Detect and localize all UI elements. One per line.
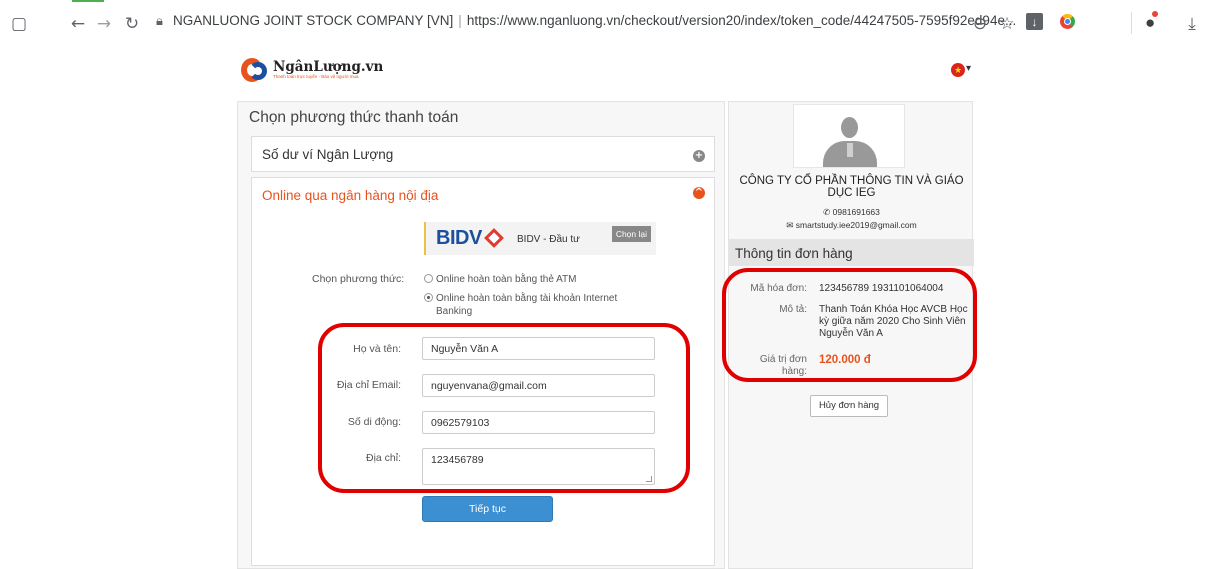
- logo-name: NgânLượng.vn: [273, 59, 384, 75]
- cancel-order-button[interactable]: Hủy đơn hàng: [810, 395, 888, 417]
- description-label: Mô tả:: [779, 304, 807, 315]
- lock-icon[interactable]: 🔒︎: [156, 13, 163, 29]
- language-caret-icon[interactable]: ▾: [966, 63, 971, 74]
- profile-icon[interactable]: ●: [1145, 11, 1159, 33]
- selected-bank: BIDV BIDV - Đầu tư Chọn lại: [424, 222, 656, 255]
- tab-icon[interactable]: ▢: [9, 14, 29, 34]
- merchant-avatar: [793, 104, 905, 168]
- browser-toolbar: ▢ ← → ↻ 🔒︎ NGANLUONG JOINT STOCK COMPANY…: [0, 0, 1213, 44]
- order-code-label: Mã hóa đơn:: [750, 283, 807, 294]
- reload-icon[interactable]: ↻: [122, 14, 142, 34]
- order-code-value: 123456789 1931101064004: [819, 283, 944, 294]
- address-label: Địa chỉ:: [365, 452, 401, 464]
- bank-name: BIDV - Đầu tư: [517, 234, 580, 245]
- merchant-phone: 0981691663: [832, 207, 880, 217]
- email-label: Địa chỉ Email:: [336, 379, 401, 391]
- phone-icon: ✆: [823, 207, 831, 217]
- method-option-internet-banking[interactable]: Online hoàn toàn bằng tài khoản Internet…: [424, 292, 646, 318]
- resize-grip-icon[interactable]: [646, 476, 652, 482]
- expand-icon[interactable]: +: [693, 150, 705, 162]
- continue-button[interactable]: Tiếp tục: [422, 496, 553, 522]
- method-atm-label: Online hoàn toàn bằng thẻ ATM: [436, 274, 577, 285]
- address-bar[interactable]: NGANLUONG JOINT STOCK COMPANY [VN] | https…: [173, 13, 1016, 28]
- email-field[interactable]: nguyenvana@gmail.com: [422, 374, 655, 397]
- price-value: 120.000 đ: [819, 354, 871, 366]
- bidv-logo: BIDV: [436, 227, 482, 249]
- phone-field[interactable]: 0962579103: [422, 411, 655, 434]
- wallet-accordion[interactable]: Số dư ví Ngân Lượng +: [251, 136, 715, 172]
- domestic-bank-label[interactable]: Online qua ngân hàng nội địa: [262, 188, 438, 203]
- name-field[interactable]: Nguyễn Văn A: [422, 337, 655, 360]
- bidv-diamond-icon: [484, 228, 504, 248]
- order-info-title: Thông tin đơn hàng: [729, 239, 974, 266]
- phone-label: Số di động:: [347, 416, 401, 428]
- site-owner: NGANLUONG JOINT STOCK COMPANY [VN]: [173, 13, 454, 28]
- method-option-atm[interactable]: Online hoàn toàn bằng thẻ ATM: [424, 273, 646, 286]
- name-label: Họ và tên:: [353, 343, 401, 355]
- chrome-extension-icon[interactable]: [1060, 14, 1075, 29]
- toolbar-divider: [1131, 12, 1132, 34]
- method-internet-banking-label: Online hoàn toàn bằng tài khoản Internet…: [436, 293, 618, 317]
- collapse-icon[interactable]: ^: [693, 187, 705, 199]
- back-icon[interactable]: ←: [68, 14, 88, 34]
- wallet-label: Số dư ví Ngân Lượng: [262, 147, 394, 162]
- panel-title: Chọn phương thức thanh toán: [249, 109, 459, 126]
- description-value: Thanh Toán Khóa Học AVCB Học kỳ giữa năm…: [819, 304, 968, 339]
- logo[interactable]: NgânLượng.vn Thanh toán trực tuyến - Bảo…: [241, 56, 383, 84]
- logo-mark-icon: [241, 56, 269, 84]
- domestic-bank-accordion: Online qua ngân hàng nội địa ^ BIDV BIDV…: [251, 177, 715, 566]
- url: https://www.nganluong.vn/checkout/versio…: [466, 13, 1017, 28]
- forward-icon[interactable]: →: [94, 14, 114, 34]
- radio-internet-banking[interactable]: [424, 293, 433, 302]
- order-summary-panel: CÔNG TY CỔ PHẦN THÔNG TIN VÀ GIÁO DỤC IE…: [728, 101, 974, 569]
- address-field[interactable]: 123456789: [422, 448, 655, 485]
- merchant-name: CÔNG TY CỔ PHẦN THÔNG TIN VÀ GIÁO DỤC IE…: [739, 175, 964, 199]
- tab-indicator: [72, 0, 104, 2]
- merchant-email-row: ✉ smartstudy.iee2019@gmail.com: [729, 220, 974, 231]
- reselect-bank-button[interactable]: Chọn lại: [611, 226, 651, 242]
- vietnam-flag-icon[interactable]: ★: [951, 63, 965, 77]
- price-label: Giá trị đơn hàng:: [759, 354, 807, 377]
- zoom-icon[interactable]: ⊖: [970, 14, 990, 34]
- url-separator: |: [458, 13, 462, 28]
- address-value: 123456789: [431, 454, 484, 466]
- method-label: Chọn phương thức:: [312, 273, 405, 285]
- merchant-email: smartstudy.iee2019@gmail.com: [795, 220, 917, 230]
- radio-atm[interactable]: [424, 274, 433, 283]
- email-icon: ✉: [786, 220, 794, 230]
- merchant-phone-row: ✆ 0981691663: [729, 207, 974, 218]
- download-icon[interactable]: ⤓: [1182, 14, 1202, 34]
- star-icon[interactable]: ☆: [997, 14, 1017, 34]
- payment-method-panel: Chọn phương thức thanh toán Số dư ví Ngâ…: [237, 101, 725, 569]
- download-extension-icon[interactable]: ↓: [1026, 13, 1043, 30]
